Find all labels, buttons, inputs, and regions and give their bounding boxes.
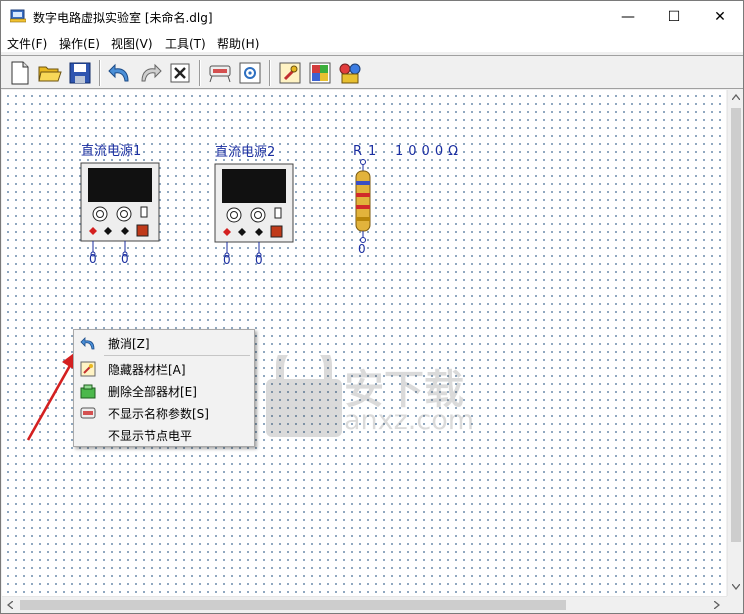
app-window: 数字电路虚拟实验室 [未命名.dlg] — ☐ ✕ 文件(F) 操作(E) 视图… [0, 0, 744, 614]
psu2-node-left: 0 [223, 253, 231, 267]
redo-button[interactable] [137, 60, 163, 86]
minimize-button[interactable]: — [605, 1, 651, 32]
undo-icon [80, 337, 95, 350]
vertical-scrollbar[interactable] [727, 90, 743, 596]
app-icon [10, 9, 26, 23]
tool-button[interactable] [277, 60, 303, 86]
watermark-shield-icon [266, 337, 342, 437]
delete-all-icon [80, 384, 96, 399]
window-title: 数字电路虚拟实验室 [未命名.dlg] [33, 11, 213, 25]
vertical-scroll-thumb[interactable] [731, 108, 741, 542]
parts-library-button[interactable] [337, 60, 363, 86]
horizontal-scrollbar[interactable] [2, 596, 727, 613]
toolbar [1, 55, 743, 89]
undo-button[interactable] [107, 60, 133, 86]
scroll-down-icon[interactable] [732, 584, 740, 590]
new-file-button[interactable] [7, 60, 33, 86]
scrollbar-corner [727, 596, 743, 613]
toolbar-separator [99, 60, 101, 86]
ctx-separator [104, 355, 250, 356]
save-button[interactable] [67, 60, 93, 86]
ctx-hide-toolbar-label: 隐藏器材栏[A] [108, 363, 186, 377]
psu1-label: 直流电源1 [81, 144, 142, 159]
resistor-r1[interactable] [353, 157, 373, 249]
ctx-hide-params[interactable]: 不显示名称参数[S] [76, 402, 252, 424]
delete-icon [170, 63, 190, 83]
watermark: 安下载 anxz.com [264, 337, 474, 442]
title-bar: 数字电路虚拟实验室 [未命名.dlg] — ☐ ✕ [1, 1, 743, 32]
save-icon [69, 62, 91, 84]
scroll-up-icon[interactable] [732, 94, 740, 100]
palette-button[interactable] [307, 60, 333, 86]
maximize-button[interactable]: ☐ [651, 1, 697, 32]
ctx-undo-label: 撤消[Z] [108, 337, 150, 351]
menu-bar: 文件(F) 操作(E) 视图(V) 工具(T) 帮助(H) [1, 32, 743, 52]
close-icon: ✕ [714, 8, 726, 25]
context-menu: 撤消[Z] 隐藏器材栏[A] 删除全部器材[E] 不显示名称参数[S] 不显示节… [73, 329, 255, 447]
open-folder-icon [38, 66, 62, 82]
scroll-left-icon[interactable] [7, 601, 13, 609]
hide-toolbar-icon [80, 361, 96, 377]
component-button[interactable] [207, 60, 233, 86]
new-file-icon [11, 61, 29, 85]
component-icon [209, 65, 231, 83]
resistor-node: 0 [358, 242, 366, 256]
psu2-label: 直流电源2 [215, 145, 276, 160]
menu-operation[interactable]: 操作(E) [59, 35, 100, 52]
settings-button[interactable] [237, 60, 263, 86]
toolbar-separator [199, 60, 201, 86]
redo-icon [141, 63, 162, 82]
menu-tools[interactable]: 工具(T) [165, 35, 206, 52]
palette-icon [309, 62, 331, 84]
open-button[interactable] [37, 60, 63, 86]
menu-file[interactable]: 文件(F) [7, 35, 47, 52]
undo-icon [108, 63, 129, 82]
ctx-delete-all-label: 删除全部器材[E] [108, 385, 197, 399]
horizontal-scroll-thumb[interactable] [20, 600, 566, 610]
psu2-node-right: 0 [255, 253, 263, 267]
scroll-right-icon[interactable] [714, 601, 720, 609]
hide-params-icon [80, 407, 96, 419]
menu-help[interactable]: 帮助(H) [217, 35, 259, 52]
psu1-node-right: 0 [121, 252, 129, 266]
tool-wrench-icon [279, 62, 301, 84]
ctx-hide-toolbar[interactable]: 隐藏器材栏[A] [76, 358, 252, 380]
ctx-hide-node-level[interactable]: 不显示节点电平 [76, 424, 252, 446]
minimize-icon: — [621, 8, 635, 25]
ctx-hide-params-label: 不显示名称参数[S] [108, 407, 209, 421]
ctx-undo[interactable]: 撤消[Z] [76, 332, 252, 354]
psu1-node-left: 0 [89, 252, 97, 266]
ctx-hide-node-level-label: 不显示节点电平 [108, 429, 193, 443]
delete-button[interactable] [167, 60, 193, 86]
parts-library-icon [339, 63, 361, 84]
toolbar-separator [269, 60, 271, 86]
ctx-delete-all[interactable]: 删除全部器材[E] [76, 380, 252, 402]
watermark-domain: anxz.com [344, 405, 475, 436]
resistor-value: 1000Ω [395, 144, 464, 159]
close-button[interactable]: ✕ [697, 1, 743, 32]
maximize-icon: ☐ [667, 8, 681, 25]
settings-icon [239, 62, 261, 84]
menu-view[interactable]: 视图(V) [111, 35, 153, 52]
